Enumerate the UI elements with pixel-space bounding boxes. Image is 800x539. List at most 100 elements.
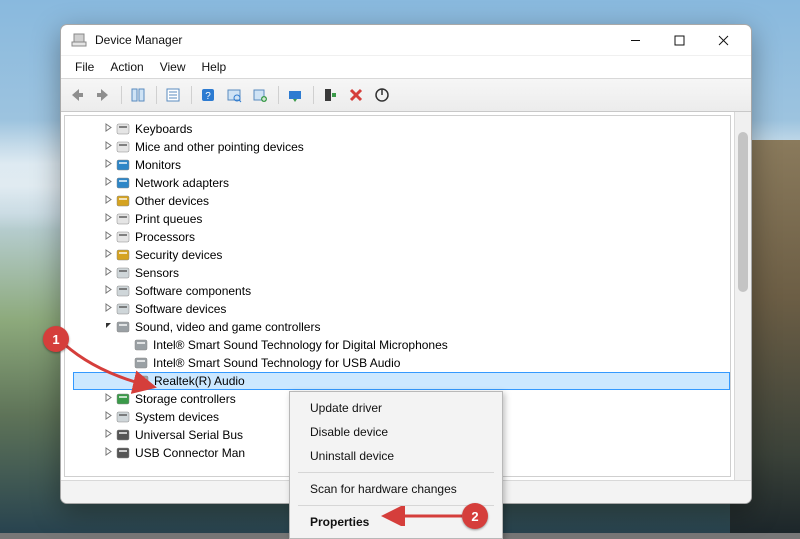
tree-item-label: Mice and other pointing devices [135,140,304,154]
expand-icon[interactable] [101,177,115,189]
device-category-icon [115,247,131,263]
menu-action[interactable]: Action [102,58,151,76]
tree-item-label: Universal Serial Bus [135,428,243,442]
scrollbar-thumb[interactable] [738,132,748,292]
expand-icon[interactable] [101,249,115,261]
tree-item[interactable]: Intel® Smart Sound Technology for Digita… [73,336,730,354]
tree-item[interactable]: Sensors [73,264,730,282]
menu-file[interactable]: File [67,58,102,76]
tree-item-label: Software devices [135,302,226,316]
tree-item-label: System devices [135,410,219,424]
device-category-icon [134,373,150,389]
uninstall-device-button[interactable] [344,84,368,106]
tree-item-label: Print queues [135,212,202,226]
vertical-scrollbar[interactable] [734,112,751,480]
back-button[interactable] [65,84,89,106]
tree-item[interactable]: Other devices [73,192,730,210]
tree-item-label: Storage controllers [135,392,236,406]
device-category-icon [115,229,131,245]
context-menu-item[interactable]: Update driver [292,396,500,420]
tree-item[interactable]: Network adapters [73,174,730,192]
tree-item-label: Network adapters [135,176,229,190]
context-menu-divider [298,472,494,473]
tree-item[interactable]: Intel® Smart Sound Technology for USB Au… [73,354,730,372]
tree-item-label: Intel® Smart Sound Technology for USB Au… [153,356,400,370]
expand-icon[interactable] [101,141,115,153]
tree-item[interactable]: Processors [73,228,730,246]
expand-icon[interactable] [101,303,115,315]
tree-item[interactable]: Software components [73,282,730,300]
context-menu-item[interactable]: Scan for hardware changes [292,477,500,501]
expand-icon[interactable] [101,159,115,171]
minimize-button[interactable] [613,25,657,55]
expand-icon[interactable] [101,411,115,423]
tree-item-label: Processors [135,230,195,244]
tree-item-label: Sound, video and game controllers [135,320,320,334]
tree-item-label: Keyboards [135,122,192,136]
annotation-badge-1: 1 [43,326,69,352]
titlebar[interactable]: Device Manager [61,25,751,55]
context-menu-divider [298,505,494,506]
device-category-icon [115,409,131,425]
expand-icon[interactable] [101,285,115,297]
device-category-icon [115,175,131,191]
tree-item-label: Sensors [135,266,179,280]
tree-item[interactable]: Mice and other pointing devices [73,138,730,156]
app-icon [71,32,87,48]
device-category-icon [115,283,131,299]
expand-icon[interactable] [101,447,115,459]
window-title: Device Manager [95,33,613,47]
expand-icon[interactable] [101,231,115,243]
device-category-icon [115,157,131,173]
device-category-icon [115,121,131,137]
menu-view[interactable]: View [152,58,194,76]
device-category-icon [115,265,131,281]
device-category-icon [115,193,131,209]
tree-item-label: Realtek(R) Audio [154,374,245,388]
device-category-icon [115,319,131,335]
enable-device-button[interactable] [318,84,342,106]
device-category-icon [115,391,131,407]
tree-item[interactable]: Print queues [73,210,730,228]
maximize-button[interactable] [657,25,701,55]
scan-hardware-button[interactable] [222,84,246,106]
expand-icon[interactable] [101,213,115,225]
collapse-icon[interactable] [101,321,115,333]
show-hidden-button[interactable] [126,84,150,106]
close-button[interactable] [701,25,745,55]
toolbar-separator [278,86,279,104]
device-category-icon [115,427,131,443]
annotation-badge-2: 2 [462,503,488,529]
expand-icon[interactable] [101,393,115,405]
device-category-icon [133,337,149,353]
add-legacy-button[interactable] [248,84,272,106]
menu-help[interactable]: Help [194,58,235,76]
toolbar-separator [156,86,157,104]
tree-item[interactable]: Security devices [73,246,730,264]
tree-item[interactable]: Software devices [73,300,730,318]
context-menu-item[interactable]: Disable device [292,420,500,444]
toolbar-separator [191,86,192,104]
tree-item-label: Security devices [135,248,222,262]
help-button[interactable]: ? [196,84,220,106]
expand-icon[interactable] [101,123,115,135]
tree-item[interactable]: Realtek(R) Audio [73,372,730,390]
tree-item[interactable]: Sound, video and game controllers [73,318,730,336]
forward-button[interactable] [91,84,115,106]
expand-icon[interactable] [101,429,115,441]
menubar: File Action View Help [61,55,751,78]
context-menu-item[interactable]: Uninstall device [292,444,500,468]
device-category-icon [115,211,131,227]
expand-icon[interactable] [101,195,115,207]
toolbar: ? [61,78,751,112]
properties-button[interactable] [161,84,185,106]
tree-item[interactable]: Keyboards [73,120,730,138]
device-category-icon [115,301,131,317]
tree-item[interactable]: Monitors [73,156,730,174]
disable-device-button[interactable] [370,84,394,106]
expand-icon[interactable] [101,267,115,279]
update-driver-button[interactable] [283,84,307,106]
device-category-icon [115,445,131,461]
toolbar-separator [313,86,314,104]
svg-text:?: ? [205,91,211,102]
